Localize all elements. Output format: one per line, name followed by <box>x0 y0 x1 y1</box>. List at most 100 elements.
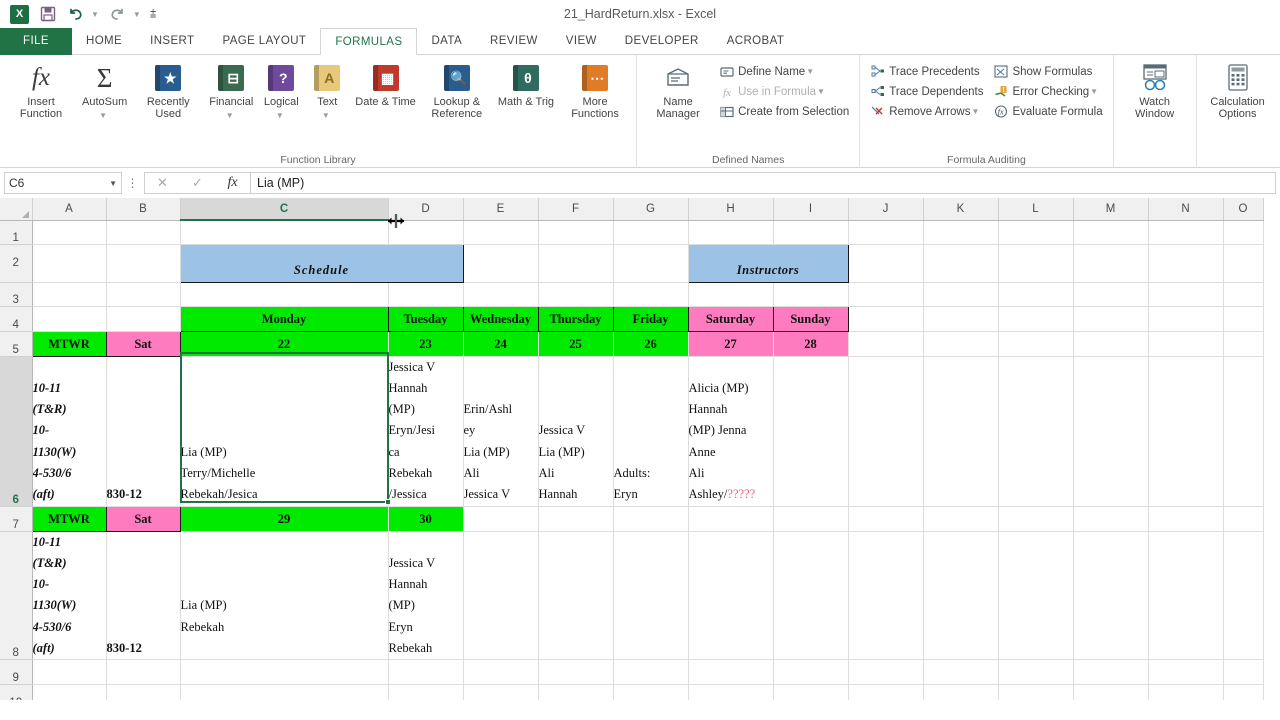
redo-icon[interactable] <box>108 5 127 24</box>
logical-button[interactable]: ? Logical ▼ <box>258 59 304 122</box>
cell-k7[interactable] <box>923 506 999 532</box>
cell-j10[interactable] <box>848 684 924 700</box>
tab-page-layout[interactable]: PAGE LAYOUT <box>208 28 320 55</box>
tab-file[interactable]: FILE <box>0 28 72 55</box>
cell-o1[interactable] <box>1223 220 1264 245</box>
cell-a1[interactable] <box>32 220 107 245</box>
cell-l6[interactable] <box>998 356 1074 507</box>
cell-e7[interactable] <box>463 506 539 532</box>
cell-l3[interactable] <box>998 282 1074 307</box>
cell-h10[interactable] <box>688 684 774 700</box>
cell-a5-mtwr[interactable]: MTWR <box>31 330 107 357</box>
cell-e10[interactable] <box>463 684 539 700</box>
fill-handle[interactable] <box>385 499 391 505</box>
tab-home[interactable]: HOME <box>72 28 136 55</box>
cell-o10[interactable] <box>1223 684 1264 700</box>
cell-a8-hours[interactable]: 10-11 (T&R) 10- 1130(W) 4-530/6 (aft) <box>32 531 107 661</box>
cell-m6[interactable] <box>1073 356 1149 507</box>
cell-n8[interactable] <box>1148 531 1224 661</box>
cell-e9[interactable] <box>463 659 539 686</box>
cell-i7[interactable] <box>773 506 849 532</box>
cell-d5-date-23[interactable]: 23 <box>388 331 464 357</box>
cell-g1[interactable] <box>613 220 689 245</box>
cell-j1[interactable] <box>848 220 924 245</box>
tab-developer[interactable]: DEVELOPER <box>611 28 713 55</box>
cell-o4[interactable] <box>1223 306 1264 332</box>
tab-acrobat[interactable]: ACROBAT <box>713 28 799 55</box>
cell-o6[interactable] <box>1223 356 1264 507</box>
cell-l9[interactable] <box>998 659 1074 686</box>
cell-d9[interactable] <box>388 659 464 686</box>
cell-e4-wednesday[interactable]: Wednesday <box>462 305 539 332</box>
cell-n5[interactable] <box>1148 331 1224 357</box>
cell-g10[interactable] <box>613 684 689 700</box>
cell-h5-date-27[interactable]: 27 <box>688 331 774 357</box>
cell-m1[interactable] <box>1073 220 1149 245</box>
name-manager-button[interactable]: Name Manager <box>642 59 714 122</box>
cell-b5-sat[interactable]: Sat <box>105 330 181 357</box>
cell-h1[interactable] <box>688 220 774 245</box>
cell-b8-hours[interactable]: 830-12 <box>106 531 181 661</box>
remove-arrows-caret-icon[interactable]: ▼ <box>971 107 979 116</box>
row-header-1[interactable]: 1 <box>0 220 33 245</box>
cell-l1[interactable] <box>998 220 1074 245</box>
cell-k3[interactable] <box>923 282 999 307</box>
cell-f6-staff[interactable]: Jessica V Lia (MP) Ali Hannah <box>538 356 614 507</box>
tab-formulas[interactable]: FORMULAS <box>320 28 418 55</box>
name-box[interactable]: C6 ▼ <box>4 172 122 194</box>
select-all-corner[interactable] <box>0 198 33 221</box>
cell-e8[interactable] <box>463 531 539 661</box>
cell-e2[interactable] <box>463 244 539 283</box>
show-formulas-button[interactable]: Show Formulas <box>988 62 1107 81</box>
cell-b7-sat[interactable]: Sat <box>105 505 181 532</box>
calculation-options-button[interactable]: Calculation Options <box>1202 59 1274 122</box>
cell-g7[interactable] <box>613 506 689 532</box>
cell-i3[interactable] <box>773 282 849 307</box>
cell-m8[interactable] <box>1073 531 1149 661</box>
cell-b3[interactable] <box>106 282 181 307</box>
cell-l2[interactable] <box>998 244 1074 283</box>
cell-n3[interactable] <box>1148 282 1224 307</box>
cell-h7[interactable] <box>688 506 774 532</box>
cell-c9[interactable] <box>180 659 389 686</box>
cell-n6[interactable] <box>1148 356 1224 507</box>
cell-m10[interactable] <box>1073 684 1149 700</box>
logical-caret-icon[interactable]: ▼ <box>276 111 284 120</box>
tab-view[interactable]: VIEW <box>552 28 611 55</box>
column-header-h[interactable]: H <box>688 198 774 221</box>
cell-h9[interactable] <box>688 659 774 686</box>
use-in-formula-caret-icon[interactable]: ▼ <box>817 87 825 96</box>
cell-m7[interactable] <box>1073 506 1149 532</box>
cell-a6-hours[interactable]: 10-11 (T&R) 10- 1130(W) 4-530/6 (aft) <box>32 356 107 507</box>
cell-l7[interactable] <box>998 506 1074 532</box>
cell-f3[interactable] <box>538 282 614 307</box>
cell-e5-date-24[interactable]: 24 <box>463 331 539 357</box>
cell-d7-date-30[interactable]: 30 <box>388 506 464 532</box>
cell-j3[interactable] <box>848 282 924 307</box>
cell-g2[interactable] <box>613 244 689 283</box>
cell-j5[interactable] <box>848 331 924 357</box>
text-button[interactable]: A Text ▼ <box>304 59 350 122</box>
cell-j4[interactable] <box>848 306 924 332</box>
formula-input[interactable]: Lia (MP) <box>250 172 1276 194</box>
cell-h2-instructors-title[interactable]: Instructors <box>687 243 849 283</box>
cell-m9[interactable] <box>1073 659 1149 686</box>
cell-i8[interactable] <box>773 531 849 661</box>
cell-l8[interactable] <box>998 531 1074 661</box>
cell-h6-staff[interactable]: Alicia (MP) Hannah (MP) Jenna Anne Ali A… <box>688 356 774 507</box>
define-name-caret-icon[interactable]: ▼ <box>806 67 814 76</box>
error-checking-caret-icon[interactable]: ▼ <box>1090 87 1098 96</box>
row-header-5[interactable]: 5 <box>0 331 33 357</box>
use-in-formula-button[interactable]: fx Use in Formula ▼ <box>714 82 854 101</box>
cell-f8[interactable] <box>538 531 614 661</box>
cell-c3[interactable] <box>180 282 389 307</box>
cell-m3[interactable] <box>1073 282 1149 307</box>
cell-c1[interactable] <box>180 220 389 245</box>
redo-dropdown-caret-icon[interactable]: ▼ <box>133 10 141 19</box>
cell-n10[interactable] <box>1148 684 1224 700</box>
cell-e1[interactable] <box>463 220 539 245</box>
cell-o5[interactable] <box>1223 331 1264 357</box>
cell-j8[interactable] <box>848 531 924 661</box>
column-header-k[interactable]: K <box>923 198 999 221</box>
cell-k1[interactable] <box>923 220 999 245</box>
